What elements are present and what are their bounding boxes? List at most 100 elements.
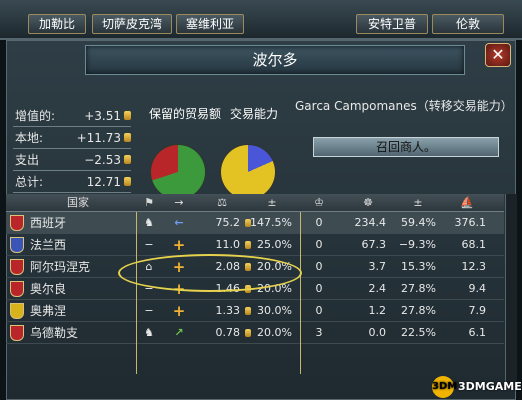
trade-power-label: 交易能力: [229, 107, 278, 121]
steering-value: 67.3: [361, 238, 387, 251]
crown-value: 0: [315, 238, 323, 251]
retained-trade-pie: [151, 145, 205, 199]
header-ships[interactable]: ⛵: [448, 194, 486, 212]
trade-action-icon[interactable]: +: [170, 234, 188, 256]
crown-value: 0: [315, 216, 323, 229]
header-power[interactable]: ⚖: [202, 194, 242, 212]
stat-label: 总计:: [15, 175, 44, 189]
stat-value: +11.73: [76, 131, 121, 145]
modifier-value: 59.4%: [401, 216, 436, 229]
stat-label: 增值的:: [15, 109, 56, 123]
trade-action-icon[interactable]: ←: [170, 212, 188, 234]
close-button[interactable]: ✕: [485, 43, 511, 67]
country-flag-icon: [10, 215, 24, 231]
ducat-icon: [124, 133, 131, 142]
header-power-mod[interactable]: ±: [252, 194, 292, 212]
table-row[interactable]: 西班牙 ♞ ← 75.2 147.5% 0 234.4 59.4% 376.1: [6, 212, 504, 234]
tab-sevilla[interactable]: 塞维利亚: [176, 14, 244, 34]
trade-power-value: 0.78: [215, 326, 241, 339]
watermark-text: 3DMGAME: [458, 380, 522, 393]
modifier-value: 15.3%: [401, 260, 436, 273]
recall-merchant-button[interactable]: 召回商人。: [313, 137, 499, 157]
stat-row-outgoing: 支出 −2.53: [13, 149, 131, 171]
trade-action-icon[interactable]: ↗: [170, 322, 188, 344]
crown-value: 0: [315, 260, 323, 273]
dash: −: [144, 304, 154, 317]
tab-chesapeake-bay[interactable]: 切萨皮克湾: [92, 14, 172, 34]
trade-power-pie: [221, 145, 275, 199]
country-name[interactable]: 阿尔玛涅克: [30, 256, 126, 278]
trade-power-value: 75.2: [215, 216, 241, 229]
header-mod[interactable]: ±: [400, 194, 436, 212]
ship-value: 12.3: [461, 260, 487, 273]
modifier-value: 27.8%: [401, 282, 436, 295]
tab-caribbean[interactable]: 加勒比: [28, 14, 86, 34]
ducat-icon: [124, 177, 131, 186]
scrollbar[interactable]: [505, 194, 517, 384]
title-banner: 波尔多: [85, 45, 465, 75]
node-title: 波尔多: [252, 51, 298, 69]
country-name[interactable]: 西班牙: [30, 212, 126, 234]
steering-value: 3.7: [368, 260, 387, 273]
top-trade-bar: 加勒比 切萨皮克湾 塞维利亚 安特卫普 伦敦: [0, 0, 522, 40]
modifier-value: −9.3%: [398, 238, 436, 251]
header-direction[interactable]: →: [170, 194, 188, 212]
column-divider: [300, 212, 301, 374]
stat-label: 支出: [15, 153, 40, 167]
crown-value: 3: [315, 326, 323, 339]
trade-power-percent: 25.0%: [257, 238, 292, 251]
country-name[interactable]: 法兰西: [30, 234, 126, 256]
ship-value: 6.1: [468, 326, 487, 339]
dash: −: [144, 238, 154, 251]
stat-label: 本地:: [15, 131, 44, 145]
steering-value: 2.4: [368, 282, 387, 295]
merchant-name: Garca Campomanes（转移交易能力）: [295, 99, 513, 113]
country-flag-icon: [10, 259, 24, 275]
table-header: 国家 ⚑ → ⚖ ± ♔ ☸ ± ⛵: [6, 194, 504, 212]
trade-action-icon[interactable]: +: [170, 300, 188, 322]
merchant-icon: ♞: [144, 216, 154, 229]
stat-value: +3.51: [84, 109, 121, 123]
country-name[interactable]: 奥弗涅: [30, 300, 126, 322]
trade-value-stats: 增值的: +3.51 本地: +11.73 支出 −2.53 总计: 12.71: [13, 105, 131, 193]
header-steering[interactable]: ☸: [350, 194, 386, 212]
header-merchant[interactable]: ⚑: [140, 194, 158, 212]
header-country[interactable]: 国家: [30, 194, 126, 212]
steering-value: 1.2: [368, 304, 387, 317]
ship-value: 68.1: [461, 238, 487, 251]
column-divider: [136, 212, 137, 374]
country-flag-icon: [10, 325, 24, 341]
steering-value: 0.0: [368, 326, 387, 339]
ducat-icon: [124, 155, 131, 164]
modifier-value: 27.8%: [401, 304, 436, 317]
steering-value: 234.4: [354, 216, 387, 229]
trade-power-percent: 147.5%: [250, 216, 292, 229]
stat-value: 12.71: [86, 175, 121, 189]
crown-value: 0: [315, 282, 323, 295]
trade-power-percent: 20.0%: [257, 326, 292, 339]
country-flag-icon: [10, 303, 24, 319]
retained-trade-label: 保留的贸易额: [148, 107, 221, 121]
trade-power-percent: 30.0%: [257, 304, 292, 317]
stat-row-local: 本地: +11.73: [13, 127, 131, 149]
stat-row-added: 增值的: +3.51: [13, 105, 131, 127]
modifier-value: 22.5%: [401, 326, 436, 339]
ship-value: 7.9: [468, 304, 487, 317]
watermark: 3DM 3DMGAME: [430, 374, 522, 400]
table-row[interactable]: 乌德勒支 ♞ ↗ 0.78 20.0% 3 0.0 22.5% 6.1: [6, 322, 504, 344]
country-name[interactable]: 奥尔良: [30, 278, 126, 300]
country-name[interactable]: 乌德勒支: [30, 322, 126, 344]
ducat-icon: [124, 111, 131, 120]
trade-power-value: 11.0: [215, 238, 241, 251]
ship-value: 376.1: [454, 216, 487, 229]
table-row[interactable]: 法兰西 − +11.0 25.0% 0 67.3 −9.3% 68.1: [6, 234, 504, 256]
merchant-icon: ♞: [144, 326, 154, 339]
table-row[interactable]: 奥弗涅 − +1.33 30.0% 0 1.2 27.8% 7.9: [6, 300, 504, 322]
country-flag-icon: [10, 237, 24, 253]
crown-value: 0: [315, 304, 323, 317]
country-flag-icon: [10, 281, 24, 297]
ship-value: 9.4: [468, 282, 487, 295]
tab-antwerp[interactable]: 安特卫普: [356, 14, 428, 34]
tab-london[interactable]: 伦敦: [432, 14, 504, 34]
header-crown[interactable]: ♔: [304, 194, 334, 212]
